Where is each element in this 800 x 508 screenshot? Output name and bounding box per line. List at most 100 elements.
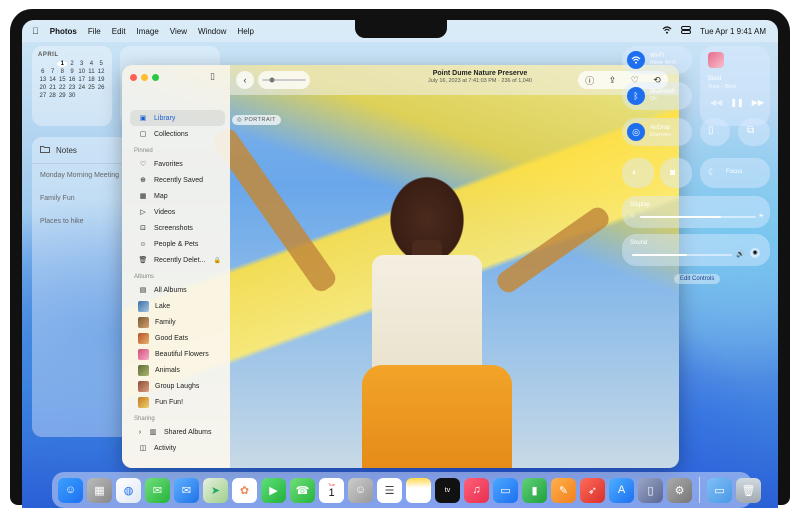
zoom-button[interactable] [152,74,159,81]
calendar-day: 2 [70,61,74,67]
safari-icon[interactable]: ◍ [116,477,141,503]
focus-label: Focus [726,169,743,175]
music-icon[interactable]: ♫ [464,477,489,503]
sidebar-item-videos[interactable]: ▷ Videos [130,204,225,220]
photo-subject-skirt [362,365,512,468]
menu-help[interactable]: Help [237,27,253,36]
menubar-clock[interactable]: Tue Apr 1 9:41 AM [700,27,766,36]
launchpad-icon[interactable]: ▦ [87,477,112,503]
sidebar-toggle-icon[interactable]: ▯ [210,71,215,82]
sidebar-item-library[interactable]: ▣ Library [130,110,225,126]
swift-playgrounds-icon[interactable]: ➶ [580,477,605,503]
photos-sidebar: ▯ ▣ Library ▢ Collections Pinned ♡ Favor… [122,65,230,468]
camera-notch [355,20,447,38]
close-button[interactable] [130,74,137,81]
sound-slider[interactable] [632,254,732,256]
sidebar-item-map[interactable]: ▦ Map [130,188,225,204]
zoom-slider[interactable] [258,71,310,89]
minimize-button[interactable] [141,74,148,81]
sidebar-item-recently-deleted[interactable]: 🗑 Recently Delet... 🔒 [130,252,225,268]
note-item[interactable]: Monday Morning Meeting [32,164,132,187]
keynote-icon[interactable]: ▭ [493,477,518,503]
apple-tv-icon[interactable]: tv [435,477,460,503]
sidebar-item-screenshots[interactable]: ⊡ Screenshots [130,220,225,236]
sidebar-item-shared-albums[interactable]: › ▥ Shared Albums [130,424,225,440]
sound-label: Sound [630,240,648,246]
sidebar-item-label: Favorites [154,160,183,168]
pause-icon[interactable]: ❚❚ [730,98,743,107]
chevron-right-icon[interactable]: › [138,429,142,436]
back-button[interactable]: ‹ [236,71,254,89]
sidebar-item-album[interactable]: Animals [130,362,225,378]
info-icon[interactable]: ⓘ [585,74,594,87]
apple-menu-icon[interactable]:  [32,26,39,36]
portrait-badge[interactable]: ◎ PORTRAIT [232,115,282,125]
mail-icon[interactable]: ✉ [174,477,199,503]
iphone-mirroring-icon[interactable]: ▯ [638,477,663,503]
edit-controls-button[interactable]: Edit Controls [674,274,721,284]
notes-icon[interactable] [406,477,431,503]
sidebar-item-album[interactable]: Beautiful Flowers [130,346,225,362]
facetime-icon[interactable]: ▶ [261,477,286,503]
sidebar-item-favorites[interactable]: ♡ Favorites [130,156,225,172]
wifi-status-icon[interactable] [662,26,672,36]
calendar-icon[interactable]: Tue 1 [319,477,344,503]
numbers-icon[interactable]: ▮ [522,477,547,503]
note-item[interactable]: Family Fun [32,187,132,210]
cc-wifi-tile[interactable]: Wi-Fi Home Wi-Fi [622,46,692,74]
airdrop-label: AirDrop [650,125,671,131]
messages-icon[interactable]: ✉ [145,477,170,503]
phone-icon[interactable]: ☎ [290,477,315,503]
sidebar-item-album[interactable]: Family [130,314,225,330]
cc-dark-mode[interactable]: ◐ [622,158,654,188]
notes-widget[interactable]: Notes Monday Morning Meeting Family Fun … [32,137,132,437]
share-icon[interactable]: ⇪ [609,75,617,86]
note-item[interactable]: Places to hike [32,210,132,233]
sidebar-section-pinned: Pinned [134,148,153,154]
contacts-icon[interactable]: ☺ [348,477,373,503]
sidebar-item-album[interactable]: Good Eats [130,330,225,346]
calendar-day: 12 [97,69,105,75]
menu-edit[interactable]: Edit [112,27,126,36]
cc-focus[interactable]: ☾ Focus [700,158,770,188]
cc-screen-mirroring[interactable]: ⧉ [738,118,770,146]
reminders-icon[interactable]: ☰ [377,477,402,503]
album-thumbnail [138,300,149,312]
rewind-icon[interactable]: ◀◀ [710,98,722,107]
cc-bluetooth-tile[interactable]: ᛒ Bluetooth On [622,82,692,110]
pages-icon[interactable]: ✎ [551,477,576,503]
control-center-icon[interactable] [681,26,692,36]
dark-mode-icon: ◐ [632,167,638,177]
sidebar-item-recently-saved[interactable]: ⊕ Recently Saved [130,172,225,188]
menu-window[interactable]: Window [198,27,226,36]
system-settings-icon[interactable]: ⚙ [667,477,692,503]
calendar-widget[interactable]: APRIL 1 2 3 4 5 6 7 8 9 10 11 12 13 14 15 16 17 18 19 20 21 2… [32,46,112,126]
sidebar-item-album[interactable]: Group Laughs [130,378,225,394]
sidebar-item-album[interactable]: Fun Fun! [130,394,225,410]
menu-view[interactable]: View [170,27,187,36]
cc-stage-manager[interactable]: ▯ [700,118,730,146]
sidebar-item-label: Animals [155,366,180,374]
fast-forward-icon[interactable]: ▶▶ [752,98,764,107]
maps-icon[interactable]: ➤ [203,477,228,503]
downloads-folder-icon[interactable]: ▭ [707,477,732,503]
cc-now-playing[interactable]: Blest Yuno – Blest ◀◀ ❚❚ ▶▶ [700,46,770,126]
sidebar-item-people-pets[interactable]: ☺ People & Pets [130,236,225,252]
sidebar-item-collections[interactable]: ▢ Collections [130,126,225,142]
menu-image[interactable]: Image [137,27,159,36]
cc-airdrop-tile[interactable]: ◎ AirDrop Everyone [622,118,692,146]
sidebar-item-all-albums[interactable]: ▤ All Albums [130,282,225,298]
finder-icon[interactable]: ☺ [58,477,83,503]
sidebar-item-album[interactable]: Lake [130,298,225,314]
cc-camera[interactable]: ◙ [660,158,692,188]
menu-app-name[interactable]: Photos [50,27,77,36]
photos-icon[interactable]: ✿ [232,477,257,503]
audio-output-icon[interactable]: ◉ [750,248,760,258]
app-store-icon[interactable]: A [609,477,634,503]
sidebar-item-activity[interactable]: ◫ Activity [130,440,225,456]
bluetooth-icon: ᛒ [627,87,645,105]
trash-icon[interactable]: 🗑 [736,477,761,503]
wifi-label: Wi-Fi [650,53,664,59]
display-slider[interactable] [640,216,756,218]
menu-file[interactable]: File [88,27,101,36]
